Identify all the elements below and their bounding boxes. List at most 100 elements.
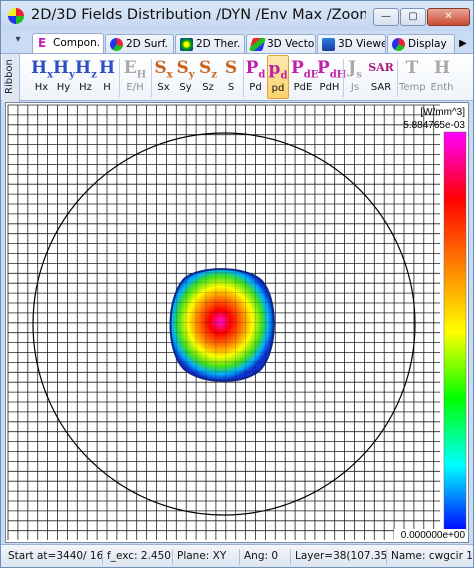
tab-label: 2D Surf.: [126, 38, 169, 50]
field-component-icon: PdE: [291, 55, 318, 81]
ribbon-separator: [243, 59, 244, 97]
ribbon-button-pdh[interactable]: PdH PdH: [317, 55, 346, 99]
field-component-icon: H: [433, 58, 451, 78]
field-component-icon: Hy: [53, 55, 75, 81]
glyph-subscript: z: [91, 69, 97, 81]
glyph-main: S: [199, 58, 212, 78]
glyph-main: S: [176, 58, 189, 78]
ribbon-button-label: SAR: [370, 82, 392, 93]
close-button[interactable]: ✕: [427, 8, 470, 26]
glyph-subscript: x: [166, 69, 173, 81]
field-component-icon: Pd: [245, 55, 266, 81]
ribbon-button-enth[interactable]: H Enth: [429, 55, 455, 99]
glyph-main: S: [154, 58, 167, 78]
colorbar-max-label: 5.884765e-03: [403, 120, 465, 131]
surface-2d-icon: [110, 38, 123, 51]
ribbon-button-h[interactable]: HH: [97, 55, 117, 99]
glyph-subscript: z: [211, 69, 217, 81]
ribbon-button-sar[interactable]: SAR SAR: [367, 55, 395, 99]
display-icon: [392, 38, 405, 51]
ribbon-button-sy[interactable]: Sy Sy: [175, 55, 196, 99]
ribbon-button-label: Temp: [399, 82, 426, 93]
ribbon-collapse-icon[interactable]: ▾: [11, 34, 25, 50]
glyph-main: H: [31, 58, 48, 78]
field-component-icon: EH: [121, 55, 149, 81]
thermal-2d-icon: [180, 38, 193, 51]
glyph-main: H: [53, 58, 70, 78]
tab-scroll-right-icon[interactable]: ▶: [456, 35, 470, 53]
ribbon-button-label: H: [103, 82, 111, 93]
tab-label: 3D Vector: [267, 38, 316, 50]
ribbon-separator: [151, 59, 152, 97]
window-title: 2D/3D Fields Distribution /DYN /Env Max …: [31, 7, 366, 23]
ribbon-button-pde[interactable]: PdE PdE: [291, 55, 318, 99]
ribbon-button-label: Pd: [249, 82, 262, 93]
ribbon-button-e-h[interactable]: EH E/H: [121, 55, 149, 99]
status-name: Name: cwgcir 1/1: [391, 550, 472, 562]
ribbon-button-label: S: [227, 82, 235, 93]
ribbon-button-sz[interactable]: Sz Sz: [197, 55, 219, 99]
colorbar-gradient: [443, 131, 467, 533]
field-component-icon: Js: [345, 55, 365, 81]
ribbon-tab-row: ▾ E Compon. 2D Surf. 2D Ther. 3D Vector …: [1, 31, 473, 54]
tab-3d-vector[interactable]: 3D Vector: [246, 34, 316, 54]
ribbon-button-hy[interactable]: Hy Hy: [53, 55, 75, 99]
app-icon: [8, 8, 24, 24]
ribbon-button-label: pd: [271, 83, 285, 94]
status-layer: Layer=38(107.3529: [292, 549, 387, 565]
ribbon-button-hz[interactable]: Hz Hz: [75, 55, 97, 99]
ribbon-button-label: Js: [350, 82, 360, 93]
tab-display[interactable]: Display: [387, 34, 455, 54]
colorbar-units: [W/mm^3]: [420, 107, 465, 118]
status-start: Start at=3440/ 160: [5, 549, 103, 565]
minimize-button[interactable]: —: [373, 8, 399, 26]
field-plot-area[interactable]: [W/mm^3] 5.884765e-03 0.000000e+00: [5, 102, 469, 543]
glyph-main: P: [291, 58, 304, 78]
glyph-main: p: [268, 59, 281, 79]
ribbon-button-sx[interactable]: Sx Sx: [153, 55, 174, 99]
field-component-icon: S: [224, 58, 238, 78]
glyph-main: P: [245, 58, 259, 78]
glyph-main: E: [123, 58, 137, 78]
field-component-icon: T: [405, 58, 419, 78]
ribbon-button-label: E/H: [126, 82, 144, 93]
ribbon-button-pd[interactable]: Pd Pd: [245, 55, 266, 99]
field-distribution-canvas[interactable]: [W/mm^3] 5.884765e-03 0.000000e+00: [6, 103, 468, 542]
status-frequency: f_exc: 2.450: [104, 549, 173, 565]
ribbon-button-label: PdH: [319, 82, 340, 93]
glyph-main: J: [348, 58, 357, 78]
ribbon-separator: [119, 59, 120, 97]
ribbon-button-label: Sy: [179, 82, 192, 93]
tab-components[interactable]: E Compon.: [32, 33, 104, 54]
ribbon-button-hx[interactable]: Hx Hx: [31, 55, 53, 99]
ribbon-separator: [343, 59, 344, 97]
tab-2d-thermal[interactable]: 2D Ther.: [175, 34, 245, 54]
title-bar[interactable]: 2D/3D Fields Distribution /DYN /Env Max …: [1, 1, 473, 31]
ribbon-separator: [397, 59, 398, 97]
colorbar-min-label: 0.000000e+00: [401, 530, 466, 541]
glyph-main: P: [317, 58, 330, 78]
ribbon-button-label: Hx: [34, 82, 49, 93]
tab-label: 3D Viewe: [338, 38, 386, 50]
field-component-icon: Sz: [197, 55, 219, 81]
field-component-icon: H: [98, 58, 116, 78]
field-component-icon: pd: [268, 56, 288, 82]
status-angle: Ang: 0: [241, 549, 291, 565]
tab-3d-viewer[interactable]: 3D Viewe: [317, 34, 386, 54]
tab-2d-surface[interactable]: 2D Surf.: [105, 34, 174, 54]
ribbon-button-label: Sz: [202, 82, 214, 93]
vector-3d-icon: [249, 38, 266, 51]
ribbon-button-js[interactable]: Js Js: [345, 55, 365, 99]
glyph-subscript: d: [258, 69, 266, 81]
glyph-subscript: y: [188, 69, 195, 81]
component-e-icon: E: [38, 36, 47, 50]
ribbon-button-temp[interactable]: T Temp: [399, 55, 426, 99]
ribbon-button-label: Sx: [157, 82, 170, 93]
ribbon-button-s[interactable]: SS: [221, 55, 241, 99]
field-component-icon: SAR: [368, 61, 394, 74]
status-bar: Start at=3440/ 160 f_exc: 2.450 Plane: X…: [1, 544, 473, 567]
maximize-button[interactable]: ▢: [400, 8, 426, 26]
ribbon-button-pd[interactable]: pd pd: [267, 55, 289, 99]
glyph-subscript: d: [280, 70, 288, 82]
glyph-subscript: y: [69, 69, 75, 81]
